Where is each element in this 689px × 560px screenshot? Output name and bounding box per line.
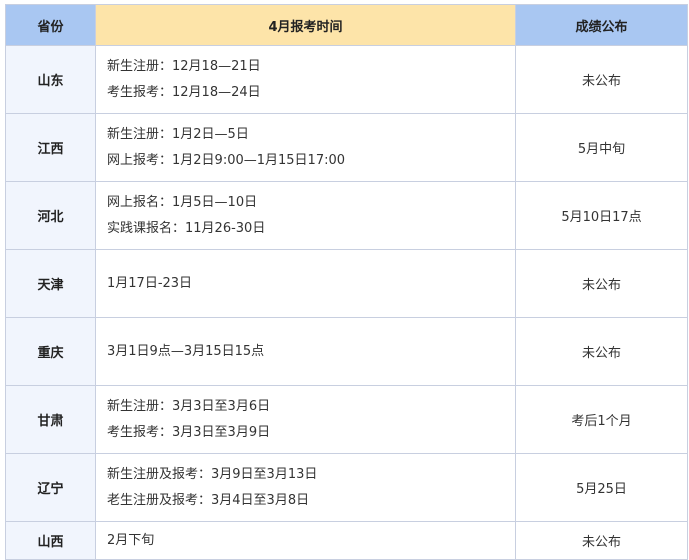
time-cell: 1月17日-23日 <box>95 249 516 318</box>
table-row: 甘肃 新生注册：3月3日至3月6日 考生报考：3月3日至3月9日 考后1个月 <box>5 385 688 454</box>
time-line: 老生注册及报考：3月4日至3月8日 <box>107 492 310 508</box>
score-cell: 未公布 <box>515 249 688 318</box>
province-cell: 山东 <box>5 45 96 114</box>
time-line: 网上报考：1月2日9:00—1月15日17:00 <box>107 152 346 168</box>
table-row: 山东 新生注册：12月18—21日 考生报考：12月18—24日 未公布 <box>5 45 688 114</box>
table-row: 山西 2月下旬 未公布 <box>5 521 688 560</box>
table-row: 江西 新生注册：1月2日—5日 网上报考：1月2日9:00—1月15日17:00… <box>5 113 688 182</box>
score-cell: 未公布 <box>515 45 688 114</box>
province-cell: 江西 <box>5 113 96 182</box>
province-cell: 河北 <box>5 181 96 250</box>
province-cell: 甘肃 <box>5 385 96 454</box>
score-cell: 5月25日 <box>515 453 688 522</box>
exam-schedule-table: 省份 4月报考时间 成绩公布 山东 新生注册：12月18—21日 考生报考：12… <box>5 4 688 560</box>
score-cell: 5月中旬 <box>515 113 688 182</box>
time-cell: 新生注册：1月2日—5日 网上报考：1月2日9:00—1月15日17:00 <box>95 113 516 182</box>
province-cell: 重庆 <box>5 317 96 386</box>
table-row: 重庆 3月1日9点—3月15日15点 未公布 <box>5 317 688 386</box>
time-line: 1月17日-23日 <box>107 275 193 291</box>
header-registration-time: 4月报考时间 <box>95 4 516 46</box>
time-cell: 新生注册：3月3日至3月6日 考生报考：3月3日至3月9日 <box>95 385 516 454</box>
table-row: 天津 1月17日-23日 未公布 <box>5 249 688 318</box>
score-cell: 5月10日17点 <box>515 181 688 250</box>
time-cell: 网上报名：1月5日—10日 实践课报名：11月26-30日 <box>95 181 516 250</box>
time-line: 考生报考：12月18—24日 <box>107 84 261 100</box>
time-cell: 新生注册及报考：3月9日至3月13日 老生注册及报考：3月4日至3月8日 <box>95 453 516 522</box>
score-cell: 考后1个月 <box>515 385 688 454</box>
table-row: 辽宁 新生注册及报考：3月9日至3月13日 老生注册及报考：3月4日至3月8日 … <box>5 453 688 522</box>
header-row: 省份 4月报考时间 成绩公布 <box>5 4 688 46</box>
province-cell: 天津 <box>5 249 96 318</box>
province-cell: 辽宁 <box>5 453 96 522</box>
score-cell: 未公布 <box>515 521 688 560</box>
time-line: 新生注册：3月3日至3月6日 <box>107 398 271 414</box>
time-cell: 新生注册：12月18—21日 考生报考：12月18—24日 <box>95 45 516 114</box>
score-cell: 未公布 <box>515 317 688 386</box>
time-line: 网上报名：1月5日—10日 <box>107 194 258 210</box>
header-province: 省份 <box>5 4 96 46</box>
table-row: 河北 网上报名：1月5日—10日 实践课报名：11月26-30日 5月10日17… <box>5 181 688 250</box>
time-line: 新生注册及报考：3月9日至3月13日 <box>107 466 318 482</box>
time-line: 3月1日9点—3月15日15点 <box>107 343 265 359</box>
time-line: 实践课报名：11月26-30日 <box>107 220 266 236</box>
time-line: 2月下旬 <box>107 532 155 548</box>
time-cell: 2月下旬 <box>95 521 516 560</box>
header-score-release: 成绩公布 <box>515 4 688 46</box>
time-line: 考生报考：3月3日至3月9日 <box>107 424 271 440</box>
time-line: 新生注册：12月18—21日 <box>107 58 261 74</box>
time-line: 新生注册：1月2日—5日 <box>107 126 249 142</box>
province-cell: 山西 <box>5 521 96 560</box>
time-cell: 3月1日9点—3月15日15点 <box>95 317 516 386</box>
